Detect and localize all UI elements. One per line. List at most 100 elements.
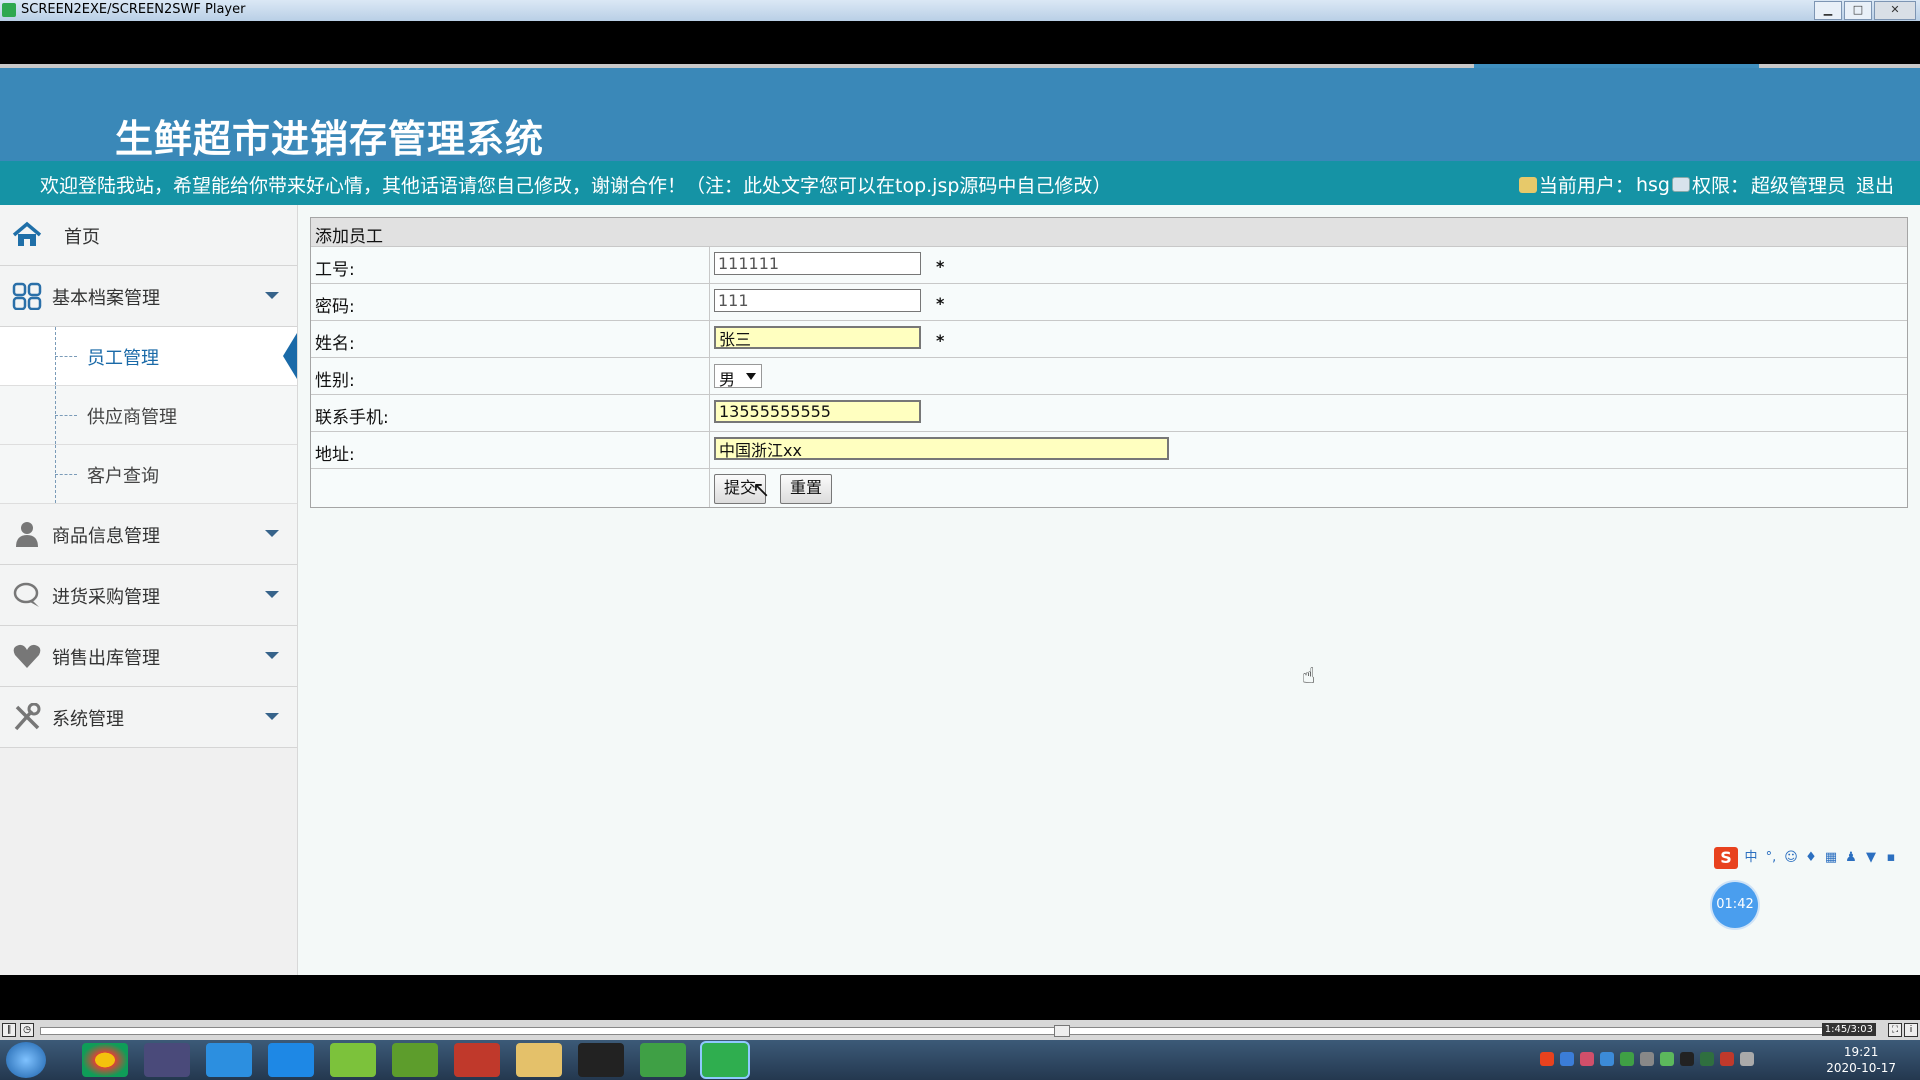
phone-input[interactable] xyxy=(714,400,921,423)
pause-button[interactable]: ∥ xyxy=(2,1023,16,1037)
column-divider xyxy=(709,469,710,507)
browser-icon[interactable] xyxy=(268,1043,314,1077)
permission-value: 超级管理员 xyxy=(1750,175,1846,197)
current-user: hsg xyxy=(1635,173,1670,196)
close-button[interactable]: ✕ xyxy=(1874,1,1916,20)
sidebar-group-basic-archive[interactable]: 基本档案管理 xyxy=(0,266,297,327)
system-tray xyxy=(1540,1052,1754,1066)
password-label: 密码: xyxy=(315,297,355,317)
player-controls: ∥ ◷ 1:45/3:03 ⛶ i xyxy=(0,1020,1920,1040)
dropdown-arrow-icon xyxy=(746,373,756,380)
gender-label: 性别: xyxy=(315,371,355,391)
fullscreen-button[interactable]: ⛶ xyxy=(1888,1023,1902,1037)
sogou-ime-logo[interactable]: S xyxy=(1714,847,1738,869)
sidebar-group-label: 系统管理 xyxy=(52,709,124,730)
sidebar-group-label: 进货采购管理 xyxy=(52,587,160,608)
sidebar-item-employee-management[interactable]: 员工管理 xyxy=(0,327,297,386)
sidebar-group-system-management[interactable]: 系统管理 xyxy=(0,687,297,748)
chrome-icon[interactable] xyxy=(82,1043,128,1077)
clock-time: 19:21 xyxy=(1843,1045,1879,1059)
sidebar-item-label: 供应商管理 xyxy=(87,407,177,428)
sidebar-group-label: 基本档案管理 xyxy=(52,288,160,309)
gender-select[interactable]: 男 xyxy=(714,364,762,389)
sidebar-group-purchasing[interactable]: 进货采购管理 xyxy=(0,565,297,626)
player-top-band xyxy=(0,21,1920,67)
emp-no-input[interactable] xyxy=(714,252,921,275)
name-input[interactable] xyxy=(714,326,921,349)
start-button[interactable] xyxy=(6,1042,46,1078)
user-center-icon[interactable]: ♟ xyxy=(1844,851,1858,865)
baidu-netdisk-icon[interactable] xyxy=(206,1043,252,1077)
network-icon[interactable] xyxy=(1660,1052,1674,1066)
form-row-name: 姓名: * xyxy=(311,321,1907,358)
sidebar-item-supplier-management[interactable]: 供应商管理 xyxy=(0,386,297,445)
skin-icon[interactable]: ▼ xyxy=(1864,851,1878,865)
leaf-app-icon[interactable] xyxy=(330,1043,376,1077)
tray-icon[interactable] xyxy=(1700,1052,1714,1066)
address-label: 地址: xyxy=(315,445,355,465)
keyboard-icon[interactable]: ▦ xyxy=(1824,851,1838,865)
action-center-icon[interactable] xyxy=(1740,1052,1754,1066)
active-item-marker xyxy=(283,333,297,379)
form-row-address: 地址: xyxy=(311,432,1907,469)
rewind-button[interactable]: ◷ xyxy=(20,1023,34,1037)
column-divider xyxy=(709,358,710,394)
minimize-button[interactable]: ▁ xyxy=(1814,1,1842,20)
password-input[interactable] xyxy=(714,289,921,312)
screen2exe-icon[interactable] xyxy=(702,1043,748,1077)
seek-track[interactable] xyxy=(40,1027,1825,1035)
shield-icon[interactable] xyxy=(1600,1052,1614,1066)
web-page: 生鲜超市进销存管理系统 欢迎登陆我站，希望能给你带来好心情，其他话语请您自己修改… xyxy=(0,68,1920,975)
app-icon[interactable] xyxy=(144,1043,190,1077)
sidebar-item-label: 客户查询 xyxy=(87,466,159,487)
tray-icon[interactable] xyxy=(1580,1052,1594,1066)
tools-icon xyxy=(14,703,41,731)
sidebar-item-customer-query[interactable]: 客户查询 xyxy=(0,445,297,504)
person-icon xyxy=(16,522,38,547)
tray-icon[interactable] xyxy=(1560,1052,1574,1066)
chart-app-icon[interactable] xyxy=(392,1043,438,1077)
form-header: 添加员工 xyxy=(311,218,1907,247)
maximize-button[interactable]: □ xyxy=(1844,1,1872,20)
sidebar-group-label: 商品信息管理 xyxy=(52,526,160,547)
wechat-icon[interactable] xyxy=(640,1043,686,1077)
sidebar-group-sales-outbound[interactable]: 销售出库管理 xyxy=(0,626,297,687)
emoji-icon[interactable]: ☺ xyxy=(1784,851,1798,865)
qq-icon[interactable] xyxy=(578,1043,624,1077)
sogou-tray-icon[interactable] xyxy=(1540,1052,1554,1066)
file-explorer-icon[interactable] xyxy=(516,1043,562,1077)
taskbar-clock[interactable]: 19:21 2020-10-17 xyxy=(1826,1044,1896,1076)
logout-link[interactable]: 退出 xyxy=(1856,171,1894,198)
form-row-password: 密码: * xyxy=(311,284,1907,321)
required-mark: * xyxy=(936,331,945,350)
volume-icon[interactable] xyxy=(1720,1052,1734,1066)
emp-no-label: 工号: xyxy=(315,260,355,280)
flash-icon[interactable] xyxy=(454,1043,500,1077)
chevron-down-icon xyxy=(265,591,279,598)
required-mark: * xyxy=(936,257,945,276)
address-input[interactable] xyxy=(714,437,1169,460)
qq-tray-icon[interactable] xyxy=(1680,1052,1694,1066)
reset-button[interactable]: 重置 xyxy=(780,474,833,504)
seek-thumb[interactable] xyxy=(1054,1025,1070,1037)
wechat-tray-icon[interactable] xyxy=(1620,1052,1634,1066)
column-divider xyxy=(709,284,710,320)
form-row-gender: 性别: 男 xyxy=(311,358,1907,395)
speaker-icon[interactable] xyxy=(1640,1052,1654,1066)
menu-grid-icon[interactable]: ▪ xyxy=(1884,851,1898,865)
microphone-icon[interactable]: ♦ xyxy=(1804,851,1818,865)
mouse-cursor-hand: ☝ xyxy=(1302,664,1316,689)
sidebar-item-label: 首页 xyxy=(64,227,100,248)
required-mark: * xyxy=(936,294,945,313)
info-button[interactable]: i xyxy=(1904,1023,1918,1037)
ime-mode-toggle[interactable]: 中 xyxy=(1744,851,1758,865)
sidebar-group-product-info[interactable]: 商品信息管理 xyxy=(0,504,297,565)
punctuation-icon[interactable]: °, xyxy=(1764,851,1778,865)
permission-icon xyxy=(1671,177,1690,192)
current-user-label: 当前用户： xyxy=(1538,175,1634,197)
sidebar-item-home[interactable]: 首页 xyxy=(0,205,297,266)
taskbar: 19:21 2020-10-17 xyxy=(0,1040,1920,1080)
welcome-bar: 欢迎登陆我站，希望能给你带来好心情，其他话语请您自己修改，谢谢合作！（注：此处文… xyxy=(0,161,1920,205)
column-divider xyxy=(709,432,710,468)
permission-label: 权限： xyxy=(1691,175,1749,197)
